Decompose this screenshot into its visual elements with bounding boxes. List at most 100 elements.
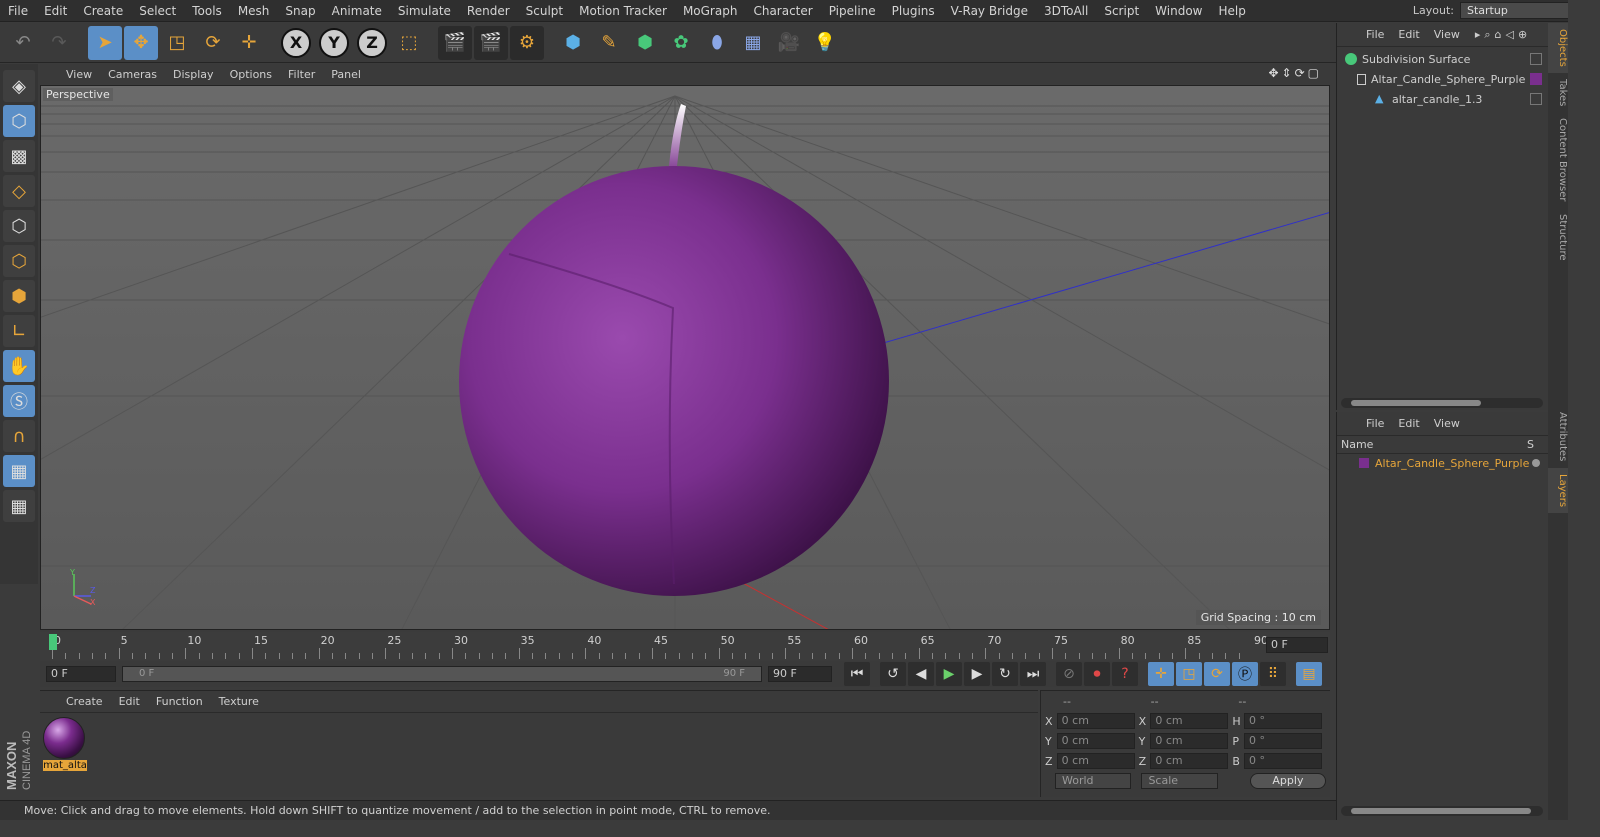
- material-menu-create[interactable]: Create: [58, 695, 111, 708]
- menu-help[interactable]: Help: [1210, 0, 1253, 22]
- cloner-icon[interactable]: ✿: [664, 26, 698, 60]
- menu-animate[interactable]: Animate: [324, 0, 390, 22]
- rotation-b-field[interactable]: 0 °: [1244, 753, 1323, 769]
- texture-mode-icon[interactable]: ▩: [3, 140, 35, 172]
- menu-motion-tracker[interactable]: Motion Tracker: [571, 0, 675, 22]
- floor-icon[interactable]: ▦: [736, 26, 770, 60]
- timeline-window-icon[interactable]: ▤: [1296, 662, 1322, 686]
- camera-icon[interactable]: 🎥: [772, 26, 806, 60]
- autokeying-icon[interactable]: ?: [1112, 662, 1138, 686]
- object-row-altar-candle-mesh[interactable]: ▲ altar_candle_1.3: [1337, 89, 1548, 109]
- rotation-h-field[interactable]: 0 °: [1244, 713, 1323, 729]
- make-editable-icon[interactable]: ◈: [3, 70, 35, 102]
- previous-frame-icon[interactable]: ◀: [908, 662, 934, 686]
- workplane-lock-icon[interactable]: ▦: [3, 455, 35, 487]
- key-parameter-icon[interactable]: Ⓟ: [1232, 662, 1258, 686]
- frame-range-slider[interactable]: 0 F 90 F: [122, 666, 762, 682]
- scale-mode-dropdown[interactable]: Scale: [1141, 773, 1218, 789]
- render-picture-viewer-icon[interactable]: 🎬: [474, 25, 508, 60]
- rotation-p-field[interactable]: 0 °: [1244, 733, 1323, 749]
- material-preview-ball[interactable]: [43, 717, 85, 759]
- rotate-tool-icon[interactable]: ⟳: [196, 26, 230, 60]
- layer-menu-edit[interactable]: Edit: [1391, 417, 1426, 430]
- playhead-marker[interactable]: [49, 634, 57, 650]
- next-frame-icon[interactable]: ▶: [964, 662, 990, 686]
- tab-takes[interactable]: Takes: [1548, 73, 1568, 112]
- subdivision-surface-icon[interactable]: ⬢: [628, 26, 662, 60]
- layer-manager-scrollbar[interactable]: [1341, 806, 1543, 816]
- material-name[interactable]: mat_alta: [43, 760, 87, 771]
- key-pla-icon[interactable]: ⠿: [1260, 662, 1286, 686]
- position-y-field[interactable]: 0 cm: [1056, 733, 1135, 749]
- position-x-field[interactable]: 0 cm: [1056, 713, 1135, 729]
- polygons-mode-icon[interactable]: ⬢: [3, 280, 35, 312]
- scale-tool-icon[interactable]: ◳: [160, 26, 194, 60]
- purple-candle-sphere[interactable]: [459, 166, 889, 596]
- axis-mode-icon[interactable]: ∟: [3, 315, 35, 347]
- move-tool-icon[interactable]: ✥: [124, 25, 158, 60]
- go-to-start-icon[interactable]: ⏮: [844, 662, 870, 686]
- viewport-navigation-icons[interactable]: ✥⇕⟳▢: [1268, 66, 1322, 80]
- timeline-ruler[interactable]: 0 5 10 15 20 25 30 35 40 45 50 55 60 65 70 75 80 85 90 0 F: [40, 632, 1330, 660]
- viewport-menu-cameras[interactable]: Cameras: [100, 68, 165, 81]
- next-key-icon[interactable]: ↻: [992, 662, 1018, 686]
- x-axis-lock-icon[interactable]: X: [281, 27, 311, 58]
- current-frame-field[interactable]: 0 F: [1266, 637, 1328, 653]
- object-visibility-tag[interactable]: [1530, 53, 1542, 65]
- menu-edit[interactable]: Edit: [36, 0, 75, 22]
- render-view-icon[interactable]: 🎬: [438, 25, 472, 60]
- render-settings-icon[interactable]: ⚙: [510, 25, 544, 60]
- record-active-objects-icon[interactable]: ⏺: [1084, 662, 1110, 686]
- tab-content-browser[interactable]: Content Browser: [1548, 112, 1568, 207]
- object-manager-scrollbar[interactable]: [1341, 398, 1543, 408]
- menu-file[interactable]: File: [0, 0, 36, 22]
- cube-object-icon[interactable]: ⬢: [556, 26, 590, 60]
- layer-solo-toggle[interactable]: [1532, 459, 1540, 467]
- menu-select[interactable]: Select: [131, 0, 184, 22]
- points-mode-icon[interactable]: ⬡: [3, 210, 35, 242]
- menu-render[interactable]: Render: [459, 0, 518, 22]
- tab-attributes[interactable]: Attributes: [1548, 406, 1568, 467]
- layer-menu-file[interactable]: File: [1359, 417, 1391, 430]
- material-menu-function[interactable]: Function: [148, 695, 211, 708]
- menu-script[interactable]: Script: [1096, 0, 1147, 22]
- key-scale-icon[interactable]: ◳: [1176, 662, 1202, 686]
- material-menu-edit[interactable]: Edit: [111, 695, 148, 708]
- menu-tools[interactable]: Tools: [184, 0, 230, 22]
- object-row-subdivision-surface[interactable]: Subdivision Surface: [1337, 49, 1548, 69]
- perspective-viewport[interactable]: Y Z X Perspective Grid Spacing : 10 cm: [40, 85, 1330, 630]
- menu-plugins[interactable]: Plugins: [884, 0, 943, 22]
- menu-window[interactable]: Window: [1147, 0, 1210, 22]
- deformer-icon[interactable]: ⬮: [700, 26, 734, 60]
- viewport-menu-display[interactable]: Display: [165, 68, 222, 81]
- size-x-field[interactable]: 0 cm: [1150, 713, 1229, 729]
- z-axis-lock-icon[interactable]: Z: [357, 27, 387, 58]
- live-selection-icon[interactable]: ➤: [88, 25, 122, 60]
- material-menu-texture[interactable]: Texture: [211, 695, 267, 708]
- candle-wick[interactable]: [669, 104, 686, 166]
- menu-snap[interactable]: Snap: [277, 0, 323, 22]
- play-icon[interactable]: ▶: [936, 662, 962, 686]
- model-mode-icon[interactable]: ⬡: [3, 105, 35, 137]
- key-rotation-icon[interactable]: ⟳: [1204, 662, 1230, 686]
- undo-icon[interactable]: ↶: [6, 26, 40, 60]
- menu-character[interactable]: Character: [745, 0, 820, 22]
- redo-icon[interactable]: ↷: [42, 26, 76, 60]
- viewport-menu-view[interactable]: View: [58, 68, 100, 81]
- key-position-icon[interactable]: ✛: [1148, 662, 1174, 686]
- menu-mesh[interactable]: Mesh: [230, 0, 278, 22]
- light-icon[interactable]: 💡: [808, 26, 842, 60]
- size-y-field[interactable]: 0 cm: [1150, 733, 1229, 749]
- end-frame-field[interactable]: 90 F: [768, 666, 832, 682]
- object-menu-file[interactable]: File: [1359, 28, 1391, 41]
- viewport-menu-panel[interactable]: Panel: [323, 68, 369, 81]
- menu-create[interactable]: Create: [75, 0, 131, 22]
- coordinate-mode-dropdown[interactable]: World: [1055, 773, 1132, 789]
- menu-sculpt[interactable]: Sculpt: [518, 0, 571, 22]
- object-manager-tools-icons[interactable]: ▸⌕⌂◁⊕: [1475, 28, 1531, 42]
- menu-3dtoall[interactable]: 3DToAll: [1036, 0, 1096, 22]
- tab-layers[interactable]: Layers: [1548, 467, 1568, 513]
- snap-icon[interactable]: ∩: [3, 420, 35, 452]
- object-visibility-tag[interactable]: [1530, 93, 1542, 105]
- tab-structure[interactable]: Structure: [1548, 208, 1568, 267]
